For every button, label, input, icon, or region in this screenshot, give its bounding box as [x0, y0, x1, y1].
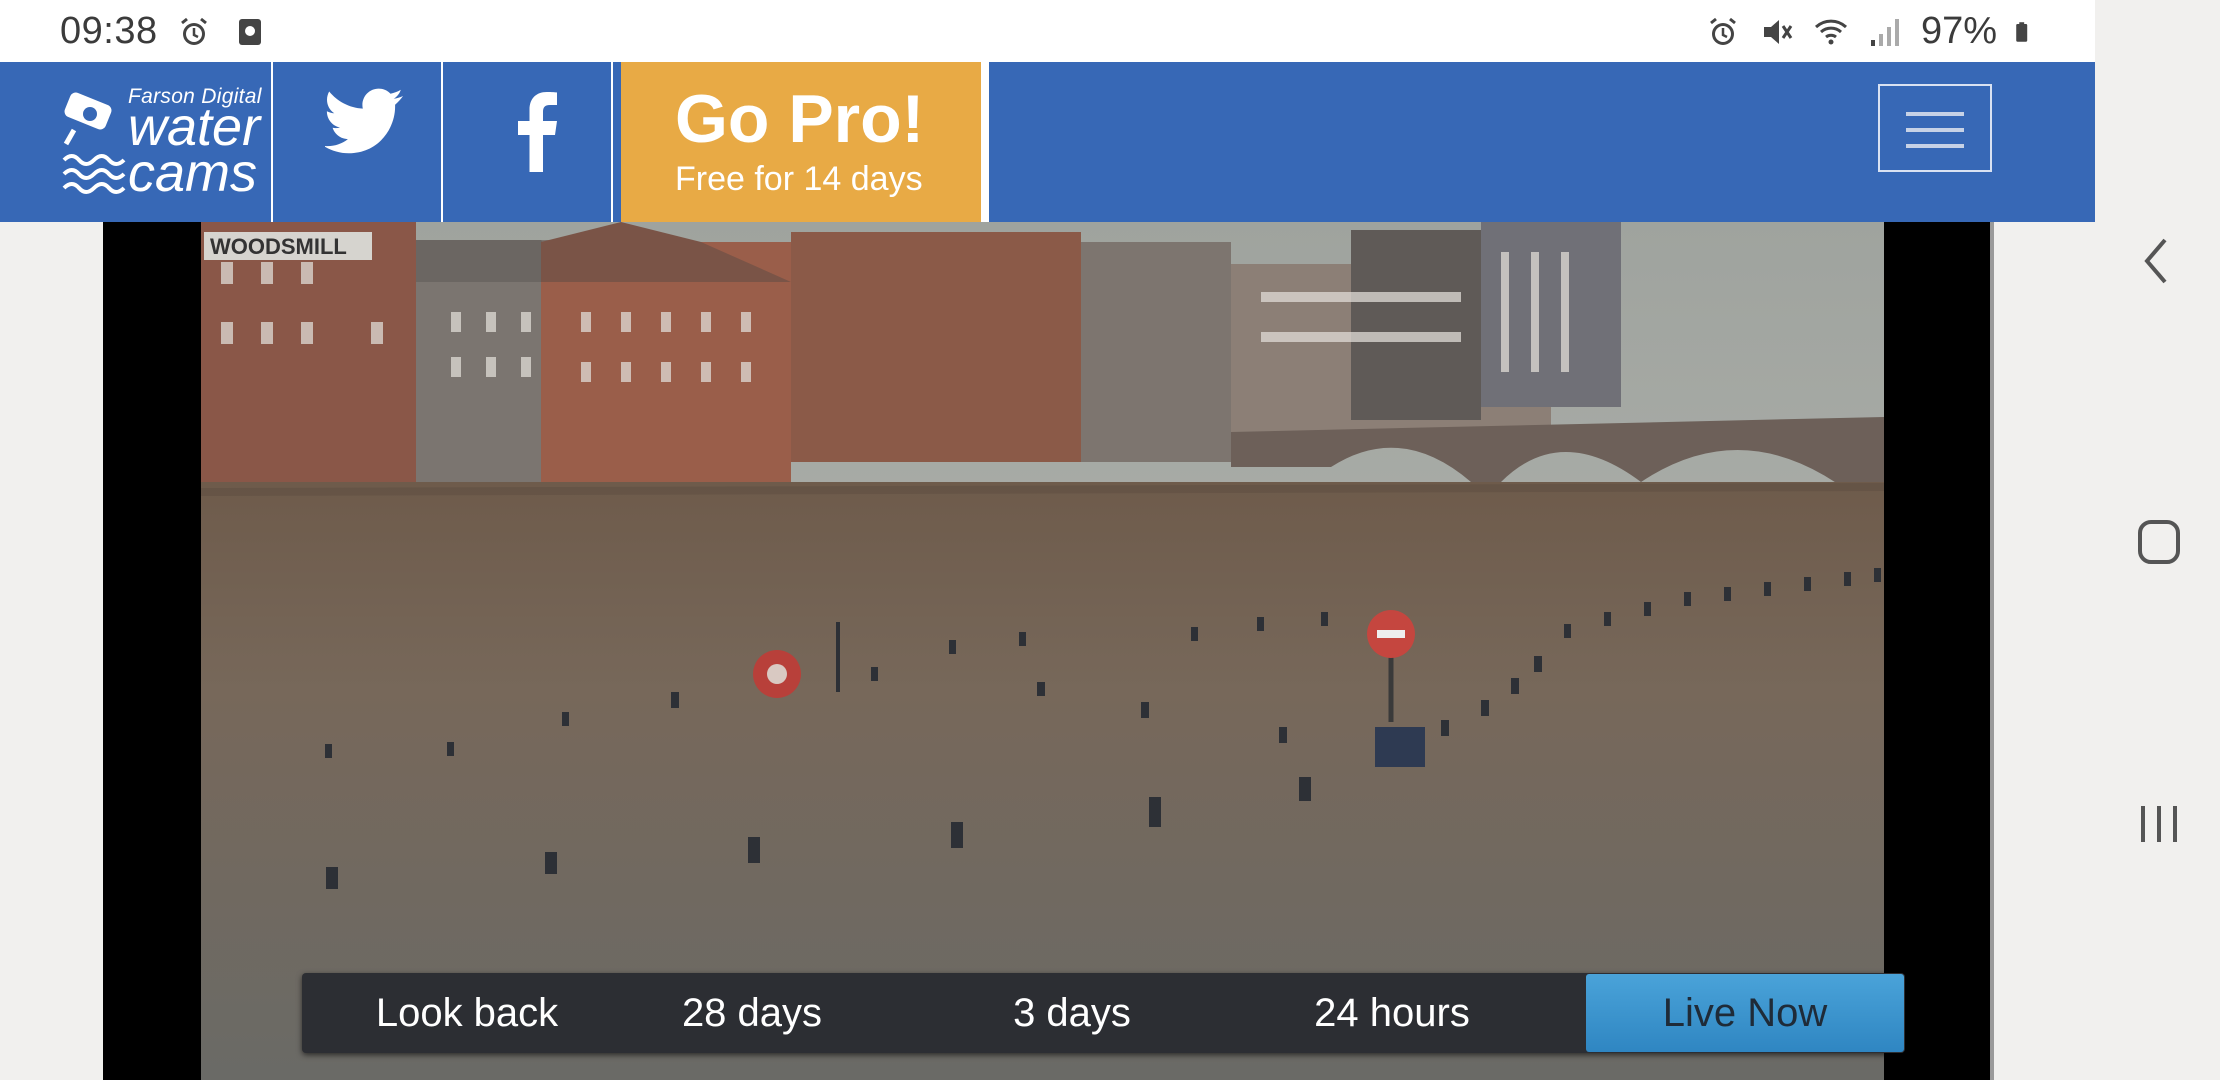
page-scrollbar[interactable]	[1990, 222, 1994, 1080]
webcam-player[interactable]: WOODSMILL	[103, 222, 1990, 1080]
mute-icon	[1763, 19, 1793, 44]
alarm-icon	[181, 17, 207, 45]
recent-apps-icon[interactable]	[2137, 802, 2181, 846]
go-pro-title: Go Pro!	[675, 81, 925, 157]
waves-logo-icon	[62, 154, 126, 194]
back-icon[interactable]	[2137, 236, 2177, 286]
home-icon[interactable]	[2137, 518, 2181, 566]
look-back-label: Look back	[375, 991, 559, 1035]
hamburger-menu-icon	[1906, 112, 1964, 116]
webcam-image: WOODSMILL	[201, 222, 1884, 1080]
battery-percent: 97%	[1920, 10, 1997, 52]
status-time: 09:38	[60, 10, 158, 52]
screenshot-icon	[239, 19, 261, 45]
go-pro-button[interactable]: Go Pro! Free for 14 days	[621, 62, 981, 222]
hamburger-menu-button[interactable]	[1878, 84, 1992, 172]
twitter-icon	[325, 88, 403, 154]
facebook-icon	[518, 92, 557, 172]
timeline-bar: Look back 28 days 3 days 24 hours Live N…	[302, 973, 1905, 1053]
wifi-icon	[1814, 19, 1847, 44]
go-pro-subtitle: Free for 14 days	[675, 160, 923, 198]
android-navigation-bar	[2095, 0, 2220, 1080]
camera-logo-icon	[63, 92, 112, 146]
twitter-link[interactable]	[273, 62, 443, 222]
header-divider	[981, 62, 989, 222]
timeline-3-days[interactable]: 3 days	[982, 973, 1162, 1053]
alarm-icon	[1710, 17, 1736, 45]
live-now-button[interactable]: Live Now	[1586, 974, 1904, 1052]
battery-icon	[2016, 21, 2028, 42]
woodsmill-sign: WOODSMILL	[210, 234, 347, 259]
signal-icon	[1870, 18, 1899, 46]
timeline-28-days[interactable]: 28 days	[662, 973, 842, 1053]
logo-word-cams: cams	[128, 143, 258, 203]
status-bar: 09:38 97%	[0, 0, 2095, 62]
site-logo[interactable]: Farson Digital water cams	[0, 62, 273, 222]
site-header: Farson Digital water cams Go Pro! Free f…	[0, 62, 2095, 222]
facebook-link[interactable]	[443, 62, 613, 222]
timeline-24-hours[interactable]: 24 hours	[1302, 973, 1482, 1053]
